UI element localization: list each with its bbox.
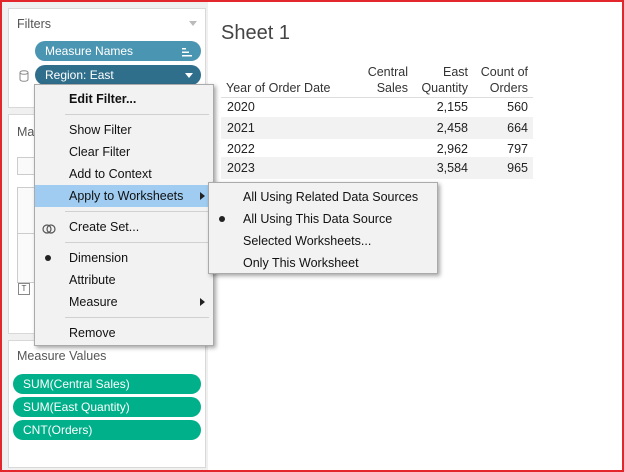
cell-east: 3,584 — [436, 161, 468, 175]
text-mark-icon[interactable]: T — [18, 283, 30, 295]
cell-year: 2023 — [227, 161, 255, 175]
menu-item-label: Selected Worksheets... — [243, 234, 372, 248]
menu-item-label: Only This Worksheet — [243, 256, 359, 270]
menu-item-label: Remove — [69, 326, 116, 340]
col-header-central-sales: Central Sales — [352, 64, 408, 96]
measure-pill-label: CNT(Orders) — [23, 423, 93, 437]
submenu-item-only-this-worksheet[interactable]: Only This Worksheet — [209, 252, 437, 274]
submenu-arrow-icon — [200, 298, 205, 306]
menu-separator — [65, 317, 209, 318]
menu-item-remove[interactable]: Remove — [35, 322, 213, 344]
row-header-year: Year of Order Date — [226, 81, 331, 95]
radio-dot-icon — [45, 255, 51, 261]
create-set-icon — [42, 220, 56, 242]
menu-separator — [65, 211, 209, 212]
sheet-title: Sheet 1 — [221, 22, 290, 44]
list-sort-icon — [181, 41, 193, 61]
radio-dot-icon — [219, 216, 225, 222]
cell-east: 2,458 — [436, 121, 468, 135]
cell-year: 2021 — [227, 121, 255, 135]
measure-pill-label: SUM(Central Sales) — [23, 377, 130, 391]
menu-item-label: Show Filter — [69, 123, 132, 137]
filters-collapse-icon[interactable] — [189, 21, 197, 26]
col-header-line: Sales — [376, 81, 408, 95]
measure-pill-central-sales[interactable]: SUM(Central Sales) — [13, 374, 201, 394]
col-header-line: East — [442, 65, 468, 79]
filters-title: Filters — [17, 17, 52, 31]
menu-item-dimension[interactable]: Dimension — [35, 247, 213, 269]
menu-item-show-filter[interactable]: Show Filter — [35, 119, 213, 141]
filter-pill-label: Region: East — [45, 68, 114, 82]
measure-pill-east-quantity[interactable]: SUM(East Quantity) — [13, 397, 201, 417]
menu-separator — [65, 242, 209, 243]
menu-item-attribute[interactable]: Attribute — [35, 269, 213, 291]
cell-year: 2020 — [227, 100, 255, 114]
menu-item-add-to-context[interactable]: Add to Context — [35, 163, 213, 185]
dropdown-arrow-icon[interactable] — [185, 65, 193, 85]
marks-title: Ma — [17, 125, 35, 139]
menu-item-edit-filter[interactable]: Edit Filter... — [35, 88, 213, 110]
menu-item-apply-to-worksheets[interactable]: Apply to Worksheets — [35, 185, 213, 207]
filter-pill-measure-names[interactable]: Measure Names — [35, 41, 201, 61]
filter-pill-label: Measure Names — [45, 44, 134, 58]
menu-item-label: Add to Context — [69, 167, 152, 181]
menu-item-label: Measure — [69, 295, 118, 309]
submenu-item-this-data-source[interactable]: All Using This Data Source — [209, 208, 437, 230]
col-header-line: Quantity — [421, 81, 468, 95]
submenu-item-related-data-sources[interactable]: All Using Related Data Sources — [209, 186, 437, 208]
menu-item-clear-filter[interactable]: Clear Filter — [35, 141, 213, 163]
col-header-count-orders: Count of Orders — [472, 64, 528, 96]
cell-count: 560 — [507, 100, 528, 114]
menu-separator — [65, 114, 209, 115]
database-icon — [19, 70, 29, 85]
menu-item-measure[interactable]: Measure — [35, 291, 213, 313]
col-header-line: Count of — [480, 65, 528, 79]
col-header-line: Orders — [489, 81, 528, 95]
measure-pill-count-orders[interactable]: CNT(Orders) — [13, 420, 201, 440]
submenu-arrow-icon — [200, 192, 205, 200]
table-row: 2020 2,155 560 — [221, 96, 533, 118]
menu-item-label: Dimension — [69, 251, 129, 265]
apply-to-worksheets-submenu: All Using Related Data Sources All Using… — [208, 182, 438, 274]
col-header-east-quantity: East Quantity — [412, 64, 468, 96]
menu-item-label: Apply to Worksheets — [69, 189, 184, 203]
context-menu: Edit Filter... Show Filter Clear Filter … — [34, 84, 214, 346]
table-row: 2023 3,584 965 — [221, 157, 533, 179]
cell-count: 965 — [507, 161, 528, 175]
menu-item-label: Create Set... — [69, 220, 140, 234]
cell-east: 2,155 — [436, 100, 468, 114]
submenu-item-selected-worksheets[interactable]: Selected Worksheets... — [209, 230, 437, 252]
col-header-line: Central — [367, 65, 408, 79]
measure-pill-label: SUM(East Quantity) — [23, 400, 130, 414]
menu-item-label: All Using Related Data Sources — [243, 190, 419, 204]
menu-item-create-set[interactable]: Create Set... — [35, 216, 213, 238]
measure-values-card: Measure Values SUM(Central Sales) SUM(Ea… — [8, 340, 206, 468]
cell-count: 664 — [507, 121, 528, 135]
menu-item-label: Attribute — [69, 273, 116, 287]
filter-pill-region-east[interactable]: Region: East — [35, 65, 201, 85]
menu-item-label: All Using This Data Source — [243, 212, 393, 226]
measure-values-title: Measure Values — [17, 349, 107, 363]
menu-item-label: Clear Filter — [69, 145, 131, 159]
menu-item-label: Edit Filter... — [69, 92, 137, 106]
table-row: 2021 2,458 664 — [221, 117, 533, 139]
